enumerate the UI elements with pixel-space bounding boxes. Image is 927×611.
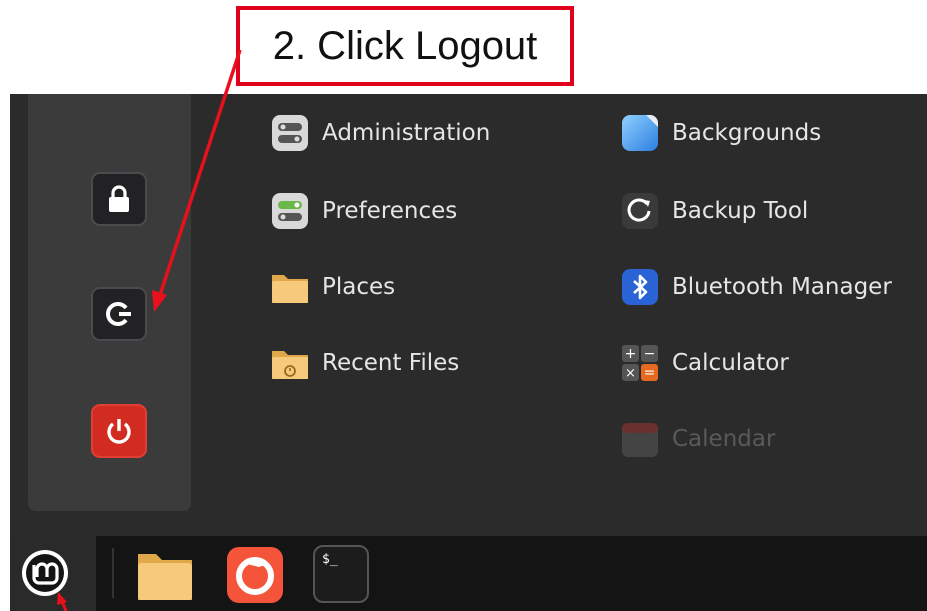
linux-mint-logo-icon — [22, 550, 68, 596]
app-calculator[interactable]: + − × = Calculator — [620, 343, 789, 383]
bluetooth-icon — [620, 267, 660, 307]
app-backgrounds[interactable]: Backgrounds — [620, 113, 821, 153]
svg-text:+: + — [625, 346, 637, 362]
lock-screen-button[interactable] — [91, 172, 147, 226]
app-label: Calculator — [672, 350, 789, 376]
logout-button[interactable] — [91, 287, 147, 341]
lock-icon — [109, 185, 129, 212]
category-administration[interactable]: Administration — [270, 113, 490, 153]
app-calendar[interactable]: Calendar — [620, 419, 775, 459]
recent-files-icon — [270, 343, 310, 383]
category-preferences[interactable]: Preferences — [270, 191, 457, 231]
svg-text:−: − — [644, 346, 656, 362]
folder-icon — [138, 554, 192, 600]
svg-text:×: × — [625, 366, 636, 381]
shutdown-button[interactable] — [91, 404, 147, 458]
category-label: Preferences — [322, 198, 458, 224]
taskbar-separator — [112, 548, 114, 598]
app-bluetooth-manager[interactable]: Bluetooth Manager — [620, 267, 892, 307]
preferences-icon — [270, 191, 310, 231]
terminal-icon: $_ — [313, 545, 369, 603]
annotation-text: 2. Click Logout — [272, 23, 538, 68]
firefox-icon — [227, 547, 283, 603]
administration-icon — [270, 113, 310, 153]
files-launcher[interactable] — [136, 548, 194, 606]
category-label: Places — [322, 274, 396, 300]
terminal-launcher[interactable]: $_ — [313, 545, 369, 603]
mint-menu-button[interactable] — [10, 536, 96, 611]
category-label: Recent Files — [322, 350, 460, 376]
app-label: Backgrounds — [672, 120, 822, 146]
logout-icon — [106, 302, 131, 326]
svg-text:=: = — [644, 365, 656, 381]
taskbar: $_ — [10, 536, 927, 611]
start-menu: Administration Preferences Places Recent… — [10, 94, 927, 536]
folder-icon — [270, 267, 310, 307]
backup-tool-icon — [620, 191, 660, 231]
category-recent-files[interactable]: Recent Files — [270, 343, 459, 383]
power-icon — [107, 419, 131, 444]
app-backup-tool[interactable]: Backup Tool — [620, 191, 808, 231]
annotation-callout: 2. Click Logout — [236, 6, 574, 86]
calendar-icon — [620, 419, 660, 459]
category-places[interactable]: Places — [270, 267, 395, 307]
backgrounds-icon — [620, 113, 660, 153]
app-label: Backup Tool — [672, 198, 809, 224]
app-label: Calendar — [672, 426, 776, 452]
terminal-prompt: $_ — [322, 552, 338, 567]
calculator-icon: + − × = — [620, 343, 660, 383]
app-label: Bluetooth Manager — [672, 274, 892, 300]
category-label: Administration — [322, 120, 491, 146]
firefox-launcher[interactable] — [225, 545, 285, 609]
session-sidebar — [28, 94, 191, 511]
